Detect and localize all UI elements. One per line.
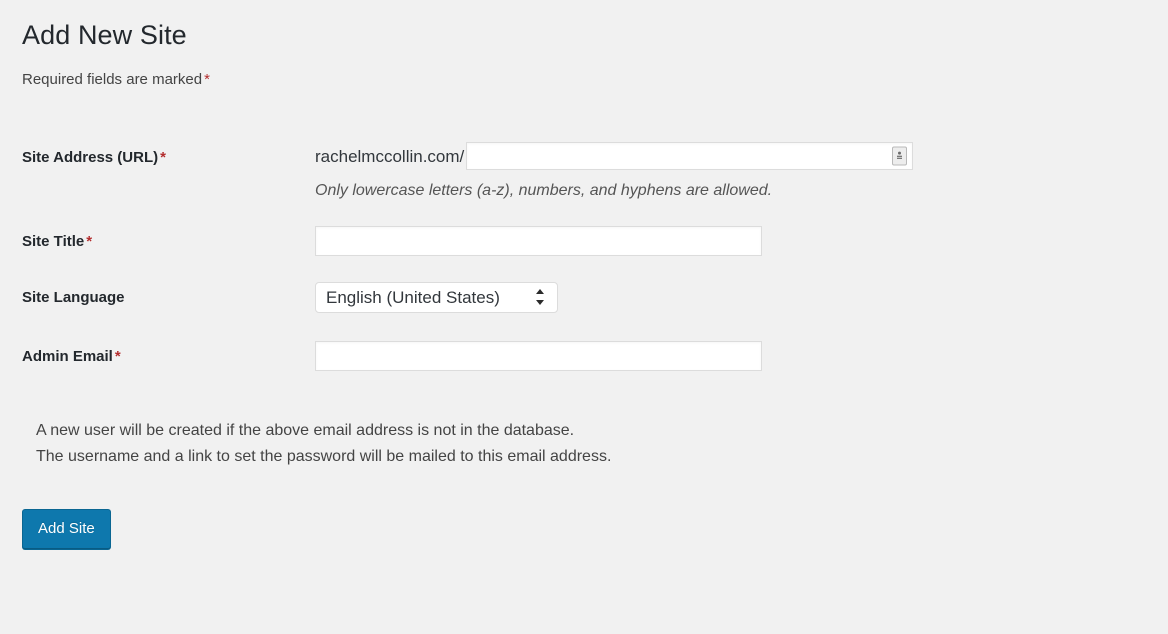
site-address-input[interactable] (467, 143, 912, 169)
required-marker-site-address: * (158, 149, 166, 166)
add-site-form: Site Address (URL)* rachelmccollin.com/ (22, 130, 1152, 384)
form-row-site-language: Site Language English (United States) (22, 270, 1152, 329)
submit-area: Add Site (22, 509, 1168, 549)
form-autofill-icon[interactable] (892, 147, 907, 166)
label-site-title-text: Site Title (22, 233, 84, 250)
required-marker-legend: * (202, 71, 210, 88)
label-admin-email-text: Admin Email (22, 348, 113, 365)
site-address-domain-prefix: rachelmccollin.com/ (315, 148, 466, 165)
admin-email-input[interactable] (315, 341, 762, 371)
field-admin-email (315, 329, 1152, 385)
add-new-site-page: Add New Site Required fields are marked*… (0, 0, 1168, 549)
site-language-selected-value: English (United States) (326, 283, 500, 312)
field-site-language: English (United States) (315, 270, 1152, 329)
site-address-description: Only lowercase letters (a-z), numbers, a… (315, 180, 1142, 202)
label-site-address: Site Address (URL)* (22, 130, 315, 214)
required-fields-note-text: Required fields are marked (22, 71, 202, 88)
field-site-title (315, 214, 1152, 270)
site-address-input-group: rachelmccollin.com/ (315, 142, 1142, 170)
admin-email-help-line-2: The username and a link to set the passw… (36, 444, 1168, 469)
required-marker-site-language (125, 289, 127, 306)
form-row-admin-email: Admin Email* (22, 329, 1152, 385)
required-marker-site-title: * (84, 233, 92, 250)
label-admin-email: Admin Email* (22, 329, 315, 385)
label-site-address-text: Site Address (URL) (22, 149, 158, 166)
label-site-title: Site Title* (22, 214, 315, 270)
site-address-input-wrapper[interactable] (466, 142, 913, 170)
required-marker-admin-email: * (113, 348, 121, 365)
page-title: Add New Site (22, 18, 1168, 53)
field-site-address: rachelmccollin.com/ (315, 130, 1152, 214)
admin-email-help-line-1: A new user will be created if the above … (36, 418, 1168, 443)
form-row-site-title: Site Title* (22, 214, 1152, 270)
select-updown-arrows-icon (536, 289, 545, 305)
form-row-site-address: Site Address (URL)* rachelmccollin.com/ (22, 130, 1152, 214)
add-site-button[interactable]: Add Site (22, 509, 111, 549)
required-fields-note: Required fields are marked* (22, 69, 1168, 90)
admin-email-help-text: A new user will be created if the above … (36, 418, 1168, 469)
label-site-language-text: Site Language (22, 289, 125, 306)
label-site-language: Site Language (22, 270, 315, 329)
site-title-input[interactable] (315, 226, 762, 256)
site-language-select[interactable]: English (United States) (315, 282, 558, 313)
